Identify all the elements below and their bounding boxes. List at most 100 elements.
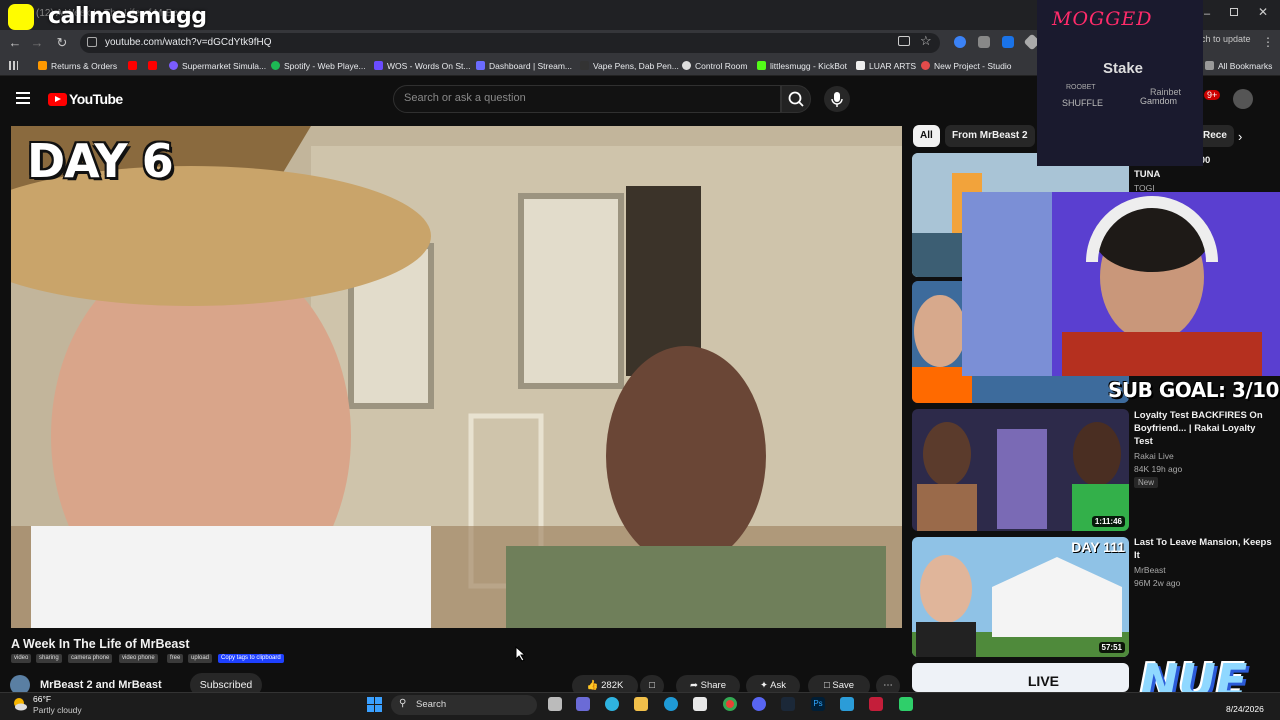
- forward-arrow-icon[interactable]: →: [28, 34, 46, 52]
- update-button[interactable]: nch to update: [1196, 34, 1251, 44]
- extension-icon[interactable]: [954, 36, 966, 48]
- bookmark-item[interactable]: littlesmugg - KickBot: [757, 61, 847, 71]
- sponsor-logo: SHUFFLE: [1062, 98, 1104, 108]
- voice-search-button[interactable]: [824, 86, 850, 112]
- bookmark-item[interactable]: Spotify - Web Playe...: [271, 61, 366, 71]
- bookmark-item[interactable]: Supermarket Simula...: [169, 61, 266, 71]
- recommendation-title[interactable]: Last To Leave Mansion, Keeps It: [1134, 536, 1274, 562]
- video-tag: free: [167, 654, 184, 663]
- share-label: Share: [700, 680, 726, 691]
- notepad-icon[interactable]: [840, 697, 854, 711]
- search-placeholder[interactable]: Search or ask a question: [404, 92, 526, 104]
- video-duration: 1:11:46: [1091, 516, 1125, 527]
- search-icon: [788, 91, 804, 107]
- minimize-icon[interactable]: –: [1204, 8, 1210, 20]
- streamer-name: callmesmugg: [48, 4, 207, 29]
- url-text[interactable]: youtube.com/watch?v=dGCdYtk9fHQ: [105, 37, 271, 48]
- channel-name[interactable]: MrBeast 2 and MrBeast: [40, 679, 162, 691]
- hamburger-menu-icon[interactable]: [16, 92, 30, 104]
- recommendation-title[interactable]: Loyalty Test BACKFIRES On Boyfriend... |…: [1134, 409, 1274, 448]
- site-info-icon[interactable]: [87, 37, 97, 47]
- webcam-feed: [962, 192, 1280, 376]
- thumbnail-text: LIVE: [1027, 673, 1059, 689]
- browser-menu-icon[interactable]: ⋮: [1262, 35, 1274, 49]
- youtube-logo-text[interactable]: YouTube: [69, 91, 123, 107]
- teams-icon[interactable]: [576, 697, 590, 711]
- video-tag: sharing: [36, 654, 62, 663]
- sponsor-logo: Gamdom: [1140, 96, 1178, 106]
- cast-icon[interactable]: [898, 36, 910, 46]
- app-icon[interactable]: [899, 697, 913, 711]
- chip-from-channel[interactable]: From MrBeast 2: [945, 125, 1035, 147]
- taskbar-search-label[interactable]: Search: [416, 699, 446, 710]
- chip-all[interactable]: All: [913, 125, 940, 147]
- recommendation-meta: 96M 2w ago: [1134, 578, 1181, 588]
- extension-icon[interactable]: [1002, 36, 1014, 48]
- recommendation-meta: 84K 19h ago: [1134, 464, 1183, 474]
- video-overlay-text: DAY 6: [27, 134, 174, 188]
- save-label: Save: [832, 680, 855, 691]
- close-icon[interactable]: ✕: [1258, 5, 1268, 19]
- video-frame: [11, 126, 902, 628]
- edge-icon[interactable]: [664, 697, 678, 711]
- recommendation-title[interactable]: TUNA: [1134, 168, 1274, 181]
- sponsor-logo: ROOBET: [1066, 84, 1096, 91]
- bookmark-item[interactable]: Vape Pens, Dab Pen...: [580, 61, 679, 71]
- bookmark-star-icon[interactable]: ☆: [920, 33, 932, 49]
- weather-description[interactable]: Partly cloudy: [33, 705, 82, 715]
- bookmark-item[interactable]: New Project - Studio: [921, 61, 1011, 71]
- steam-icon[interactable]: [781, 697, 795, 711]
- reload-icon[interactable]: ↻: [53, 34, 71, 52]
- taskbar-search[interactable]: [391, 695, 537, 715]
- youtube-bookmark-icon[interactable]: [128, 61, 141, 71]
- discord-icon[interactable]: [752, 697, 766, 711]
- share-icon: ➦: [690, 680, 701, 691]
- account-avatar[interactable]: [1233, 89, 1253, 109]
- weather-icon[interactable]: [11, 696, 27, 712]
- search-button[interactable]: [781, 85, 811, 113]
- recommendation-channel[interactable]: MrBeast: [1134, 565, 1166, 575]
- task-view-icon[interactable]: [548, 697, 562, 711]
- file-explorer-icon[interactable]: [634, 697, 648, 711]
- all-bookmarks-button[interactable]: All Bookmarks: [1205, 61, 1272, 71]
- weather-temperature[interactable]: 66°F: [33, 694, 51, 704]
- recommendation-thumbnail[interactable]: LIVE: [912, 663, 1129, 692]
- thumbnail-text: DAY 111: [1071, 539, 1125, 555]
- maximize-icon[interactable]: [1230, 8, 1238, 16]
- sponsor-banner-text: MOGGED: [1052, 8, 1153, 30]
- copilot-icon[interactable]: [605, 697, 619, 711]
- bookmark-item[interactable]: Returns & Orders: [38, 61, 117, 71]
- recommendation-thumbnail[interactable]: DAY 111 57:51: [912, 537, 1129, 657]
- video-tag: camera phone: [68, 654, 113, 663]
- apps-icon[interactable]: [9, 61, 18, 70]
- thumbnail-image: [912, 537, 1129, 657]
- bookmark-item[interactable]: Dashboard | Stream...: [476, 61, 572, 71]
- taskbar-date[interactable]: 8/24/2026: [1226, 704, 1264, 714]
- like-count: 282K: [601, 680, 624, 691]
- sparkle-icon: ✦: [760, 680, 771, 691]
- windows-start-icon[interactable]: [367, 697, 383, 713]
- video-player[interactable]: DAY 6: [11, 126, 902, 628]
- youtube-bookmark-icon[interactable]: [148, 61, 161, 71]
- store-icon[interactable]: [693, 697, 707, 711]
- video-tag: video phone: [119, 654, 158, 663]
- recommendation-thumbnail[interactable]: 1:11:46: [912, 409, 1129, 531]
- video-tag: upload: [188, 654, 213, 663]
- notification-count[interactable]: 9+: [1204, 90, 1221, 100]
- copy-tags-button[interactable]: Copy tags to clipboard: [218, 654, 284, 663]
- chrome-icon[interactable]: [723, 697, 737, 711]
- bookmark-item[interactable]: LUAR ARTS: [856, 61, 916, 71]
- chevron-right-icon[interactable]: ›: [1238, 129, 1242, 144]
- sponsor-logo: Stake: [1103, 60, 1144, 77]
- back-arrow-icon[interactable]: ←: [6, 34, 24, 52]
- photoshop-icon[interactable]: Ps: [811, 697, 825, 711]
- bookmark-item[interactable]: WOS - Words On St...: [374, 61, 470, 71]
- video-title: A Week In The Life of MrBeast: [11, 637, 190, 651]
- thumbs-up-icon: 👍: [586, 680, 602, 691]
- bookmark-item[interactable]: Control Room: [682, 61, 747, 71]
- youtube-logo-icon[interactable]: [48, 93, 67, 106]
- recommendation-channel[interactable]: Rakai Live: [1134, 451, 1174, 461]
- extension-icon[interactable]: [978, 36, 990, 48]
- app-icon[interactable]: [869, 697, 883, 711]
- webcam-image: [962, 192, 1280, 376]
